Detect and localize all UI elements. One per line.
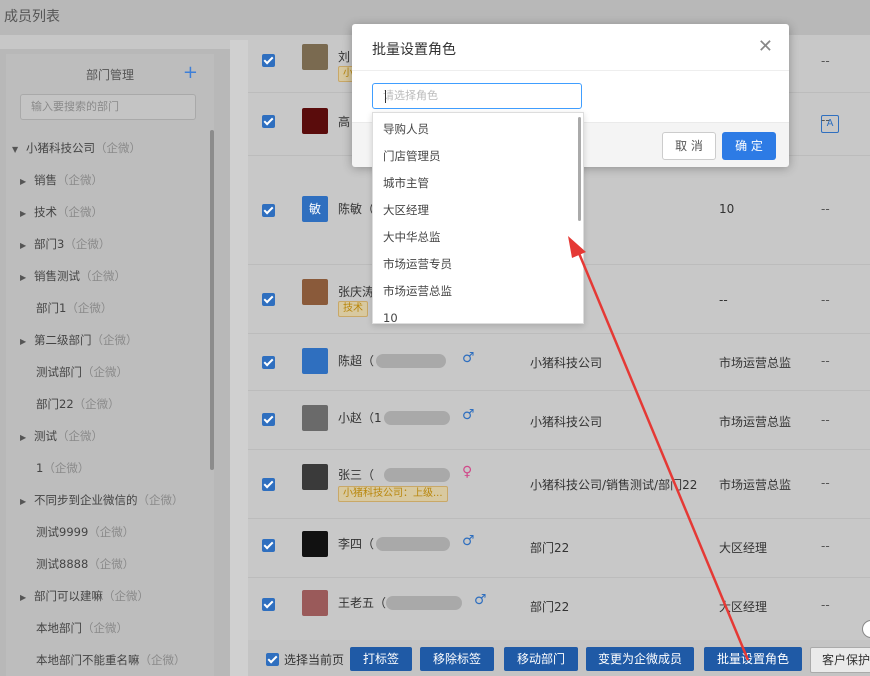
arrow-head: [568, 236, 586, 258]
annotation-arrow: [568, 236, 750, 661]
arrow-line: [574, 245, 750, 661]
